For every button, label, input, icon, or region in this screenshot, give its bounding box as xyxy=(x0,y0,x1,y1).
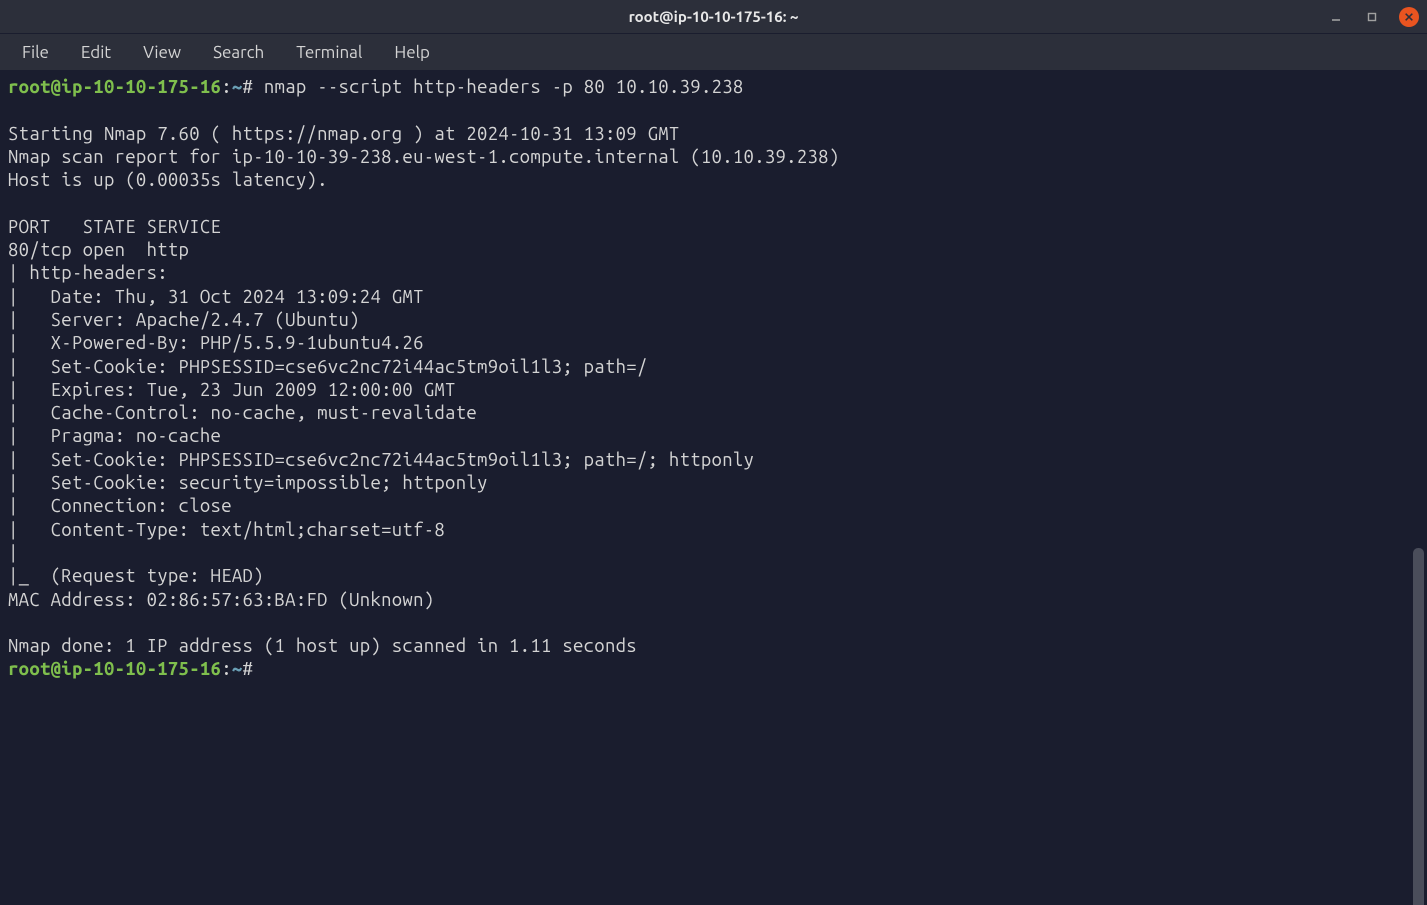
maximize-button[interactable] xyxy=(1363,8,1381,26)
menu-file[interactable]: File xyxy=(8,37,63,68)
window-controls xyxy=(1327,7,1419,27)
menu-help[interactable]: Help xyxy=(380,37,444,68)
output-line: | Date: Thu, 31 Oct 2024 13:09:24 GMT xyxy=(8,287,424,307)
output-line: | Connection: close xyxy=(8,496,232,516)
command-input: nmap --script http-headers -p 80 10.10.3… xyxy=(264,77,744,97)
prompt-symbol: # xyxy=(243,659,254,679)
prompt-symbol: # xyxy=(243,77,254,97)
output-line: | xyxy=(8,543,19,563)
output-line: | Cache-Control: no-cache, must-revalida… xyxy=(8,403,477,423)
output-line: PORT STATE SERVICE xyxy=(8,217,221,237)
output-line: | Pragma: no-cache xyxy=(8,426,221,446)
output-line: | Server: Apache/2.4.7 (Ubuntu) xyxy=(8,310,360,330)
terminal-body[interactable]: root@ip-10-10-175-16:~# nmap --script ht… xyxy=(0,70,1427,905)
menu-terminal[interactable]: Terminal xyxy=(282,37,376,68)
output-line: | Set-Cookie: PHPSESSID=cse6vc2nc72i44ac… xyxy=(8,357,648,377)
output-line: | Set-Cookie: PHPSESSID=cse6vc2nc72i44ac… xyxy=(8,450,754,470)
output-line: Nmap scan report for ip-10-10-39-238.eu-… xyxy=(8,147,839,167)
menubar: File Edit View Search Terminal Help xyxy=(0,34,1427,70)
minimize-button[interactable] xyxy=(1327,8,1345,26)
menu-view[interactable]: View xyxy=(129,37,195,68)
window-title: root@ip-10-10-175-16: ~ xyxy=(629,8,799,25)
output-line: Nmap done: 1 IP address (1 host up) scan… xyxy=(8,636,637,656)
output-line: |_ (Request type: HEAD) xyxy=(8,566,264,586)
close-button[interactable] xyxy=(1399,7,1419,27)
output-line: | Expires: Tue, 23 Jun 2009 12:00:00 GMT xyxy=(8,380,456,400)
prompt-user-host: root@ip-10-10-175-16 xyxy=(8,77,221,97)
prompt-separator: : xyxy=(221,77,232,97)
prompt-user-host: root@ip-10-10-175-16 xyxy=(8,659,221,679)
menu-edit[interactable]: Edit xyxy=(67,37,125,68)
prompt-path: ~ xyxy=(232,659,243,679)
scrollbar-thumb[interactable] xyxy=(1413,548,1424,905)
output-line: Starting Nmap 7.60 ( https://nmap.org ) … xyxy=(8,124,680,144)
prompt-separator: : xyxy=(221,659,232,679)
menu-search[interactable]: Search xyxy=(199,37,278,68)
output-line: MAC Address: 02:86:57:63:BA:FD (Unknown) xyxy=(8,590,434,610)
output-line: | Content-Type: text/html;charset=utf-8 xyxy=(8,520,445,540)
output-line: Host is up (0.00035s latency). xyxy=(8,170,328,190)
window-titlebar: root@ip-10-10-175-16: ~ xyxy=(0,0,1427,34)
output-line: | X-Powered-By: PHP/5.5.9-1ubuntu4.26 xyxy=(8,333,424,353)
prompt-path: ~ xyxy=(232,77,243,97)
output-line: | http-headers: xyxy=(8,263,168,283)
output-line: | Set-Cookie: security=impossible; httpo… xyxy=(8,473,488,493)
output-line: 80/tcp open http xyxy=(8,240,189,260)
